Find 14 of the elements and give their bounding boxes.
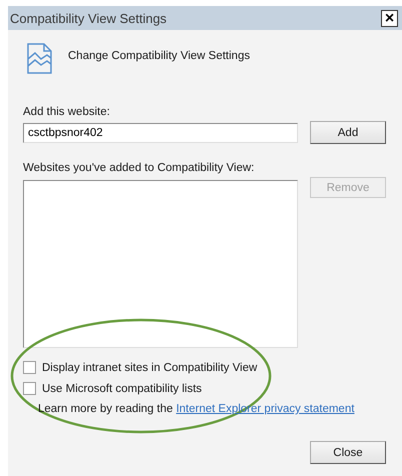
window-title: Compatibility View Settings: [10, 10, 167, 26]
checkbox[interactable]: [23, 361, 36, 374]
website-input-field[interactable]: csctbpsnor402: [23, 122, 298, 142]
close-dialog-button[interactable]: Close: [310, 441, 386, 464]
checkbox-label: Display intranet sites in Compatibility View: [42, 362, 258, 374]
websites-list-box[interactable]: [23, 180, 298, 348]
dialog-heading: Change Compatibility View Settings: [68, 50, 250, 62]
checkbox[interactable]: [23, 382, 36, 395]
close-button[interactable]: ×: [381, 10, 398, 26]
document-picture-icon: [27, 43, 52, 74]
list-label: Websites you've added to Compatibility View:: [23, 162, 256, 174]
field-label: Add this website:: [23, 106, 111, 118]
checkbox-label: Use Microsoft compatibility lists: [42, 382, 202, 394]
add-button[interactable]: Add: [310, 121, 386, 144]
